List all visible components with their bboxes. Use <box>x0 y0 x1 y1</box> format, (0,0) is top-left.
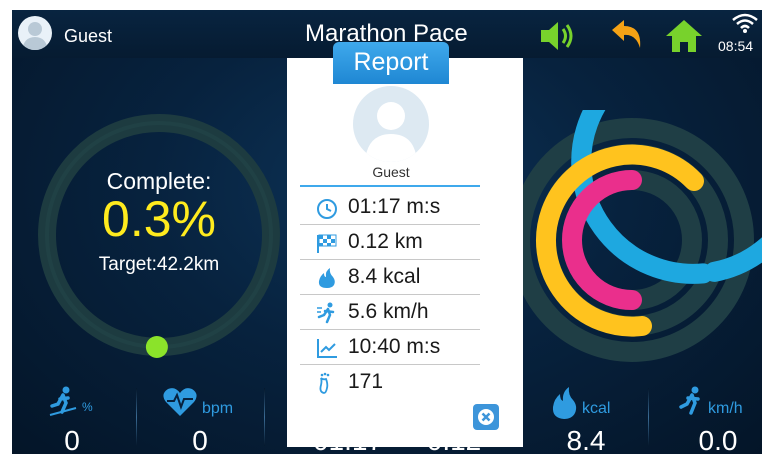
back-arrow-icon[interactable] <box>608 18 648 54</box>
speaker-icon[interactable] <box>538 18 578 54</box>
target-distance: Target:42.2km <box>98 254 220 275</box>
flame-icon <box>550 386 578 420</box>
activity-rings <box>502 39 762 370</box>
report-row-calories: 8.4 kcal <box>300 259 480 295</box>
report-steps-value: 171 <box>348 370 384 393</box>
incline-runner-icon <box>48 386 78 416</box>
report-pace-value: 10:40 m:s <box>348 335 441 358</box>
stat-value: 0 <box>64 425 80 454</box>
divider <box>264 388 265 446</box>
stat-speed: km/h 0.0 <box>648 382 762 454</box>
stat-value: 0.0 <box>698 425 738 454</box>
wifi-icon <box>732 12 758 34</box>
report-speed-value: 5.6 km/h <box>348 300 429 323</box>
user-name: Guest <box>64 26 113 46</box>
runner-icon <box>676 386 706 416</box>
stat-unit: kcal <box>582 400 611 417</box>
stat-unit: % <box>82 400 93 414</box>
clock-icon <box>316 197 338 219</box>
heart-pulse-icon <box>162 386 198 418</box>
checkered-flag-icon <box>316 232 338 254</box>
report-avatar <box>353 86 429 162</box>
report-divider <box>300 185 480 187</box>
footprint-icon <box>316 372 338 394</box>
stat-unit: bpm <box>202 400 234 417</box>
close-button[interactable] <box>473 404 499 430</box>
report-row-time: 01:17 m:s <box>300 189 480 225</box>
stat-heart-rate: bpm 0 <box>140 382 268 454</box>
stat-calories: kcal 8.4 <box>520 382 648 454</box>
close-icon <box>478 409 494 425</box>
report-title-tab: Report <box>333 42 449 84</box>
stat-incline: % 0 <box>12 382 140 454</box>
complete-percent: 0.3% <box>102 191 216 247</box>
report-distance-value: 0.12 km <box>348 230 423 253</box>
report-row-distance: 0.12 km <box>300 224 480 260</box>
report-row-speed: 5.6 km/h <box>300 294 480 330</box>
user-avatar[interactable] <box>18 16 52 50</box>
progress-indicator-dot <box>145 335 168 358</box>
report-calories-value: 8.4 kcal <box>348 265 421 288</box>
home-icon[interactable] <box>664 18 704 54</box>
report-row-pace: 10:40 m:s <box>300 329 480 365</box>
divider <box>136 388 137 446</box>
stat-value: 8.4 <box>566 425 606 454</box>
stat-value: 0 <box>192 425 208 454</box>
report-row-steps: 171 <box>300 364 480 399</box>
trend-chart-icon <box>316 337 338 359</box>
flame-icon <box>316 267 338 289</box>
clock-time: 08:54 <box>718 38 754 54</box>
report-user-name: Guest <box>372 164 410 180</box>
report-time-value: 01:17 m:s <box>348 195 441 218</box>
stat-unit: km/h <box>708 400 743 417</box>
runner-icon <box>316 302 338 324</box>
